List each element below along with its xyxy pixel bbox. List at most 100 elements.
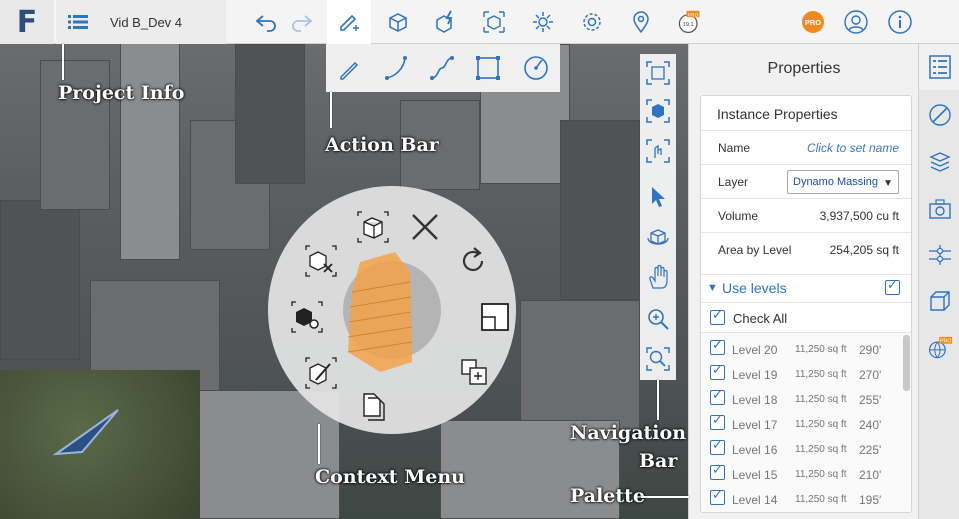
- analysis-button[interactable]: [424, 0, 468, 44]
- level-row[interactable]: Level 20 11,250 sq ft 290': [701, 337, 901, 362]
- circle-icon[interactable]: [522, 54, 550, 82]
- level-row[interactable]: Level 15 11,250 sq ft 210': [701, 462, 901, 487]
- building: [0, 200, 80, 360]
- action-bar: [326, 44, 560, 92]
- action-bar-leader: [330, 92, 332, 128]
- user-button[interactable]: [834, 0, 878, 44]
- level-row[interactable]: Level 16 11,250 sq ft 225': [701, 437, 901, 462]
- navigation-bar-leader: [657, 380, 659, 420]
- square-icon[interactable]: [478, 300, 512, 334]
- settings-button[interactable]: [570, 0, 614, 44]
- level-row[interactable]: Level 19 11,250 sq ft 270': [701, 362, 901, 387]
- globe-pro-icon[interactable]: PRO: [927, 336, 953, 362]
- layer-label: Layer: [718, 175, 749, 189]
- sketch-tool-button[interactable]: [327, 0, 371, 44]
- area-value: 254,205 sq ft: [829, 243, 899, 257]
- check-all-checkbox[interactable]: [710, 308, 725, 325]
- pro-button[interactable]: PRO: [791, 0, 835, 44]
- close-icon[interactable]: [408, 210, 442, 244]
- camera-icon[interactable]: [927, 196, 953, 222]
- palette-pro-text: PRO: [940, 339, 951, 345]
- project-title[interactable]: Vid B_Dev 4: [110, 15, 182, 30]
- level-row[interactable]: Level 18 11,250 sq ft 255': [701, 387, 901, 412]
- version-badge-icon: PRO 19.1: [678, 10, 700, 33]
- select-mass-button[interactable]: [472, 0, 516, 44]
- level-area: 11,250 sq ft: [795, 494, 847, 505]
- arc-icon[interactable]: [382, 54, 410, 82]
- sketch-icon[interactable]: [927, 102, 953, 128]
- levels-icon[interactable]: [927, 242, 953, 268]
- version-text: 19.1: [683, 22, 694, 28]
- cube-remove-icon[interactable]: [304, 244, 338, 278]
- add-mass-button[interactable]: [376, 0, 420, 44]
- level-name: Level 17: [732, 418, 778, 432]
- building: [560, 120, 640, 300]
- level-checkbox[interactable]: [710, 388, 725, 405]
- use-levels-label: Use levels: [722, 280, 787, 296]
- version-button[interactable]: PRO 19.1: [667, 0, 711, 44]
- level-checkbox[interactable]: [710, 438, 725, 455]
- app-logo[interactable]: F: [0, 0, 54, 44]
- project-info-annotation: Project Info: [58, 82, 185, 104]
- rotate-icon[interactable]: [456, 244, 490, 278]
- level-row[interactable]: Level 17 11,250 sq ft 240': [701, 412, 901, 437]
- info-button[interactable]: [878, 0, 922, 44]
- volume-value: 3,937,500 cu ft: [819, 209, 899, 223]
- use-levels-row[interactable]: ▼ Use levels: [701, 274, 911, 302]
- layer-row: Layer Dynamo Massing ▼: [701, 164, 911, 198]
- level-checkbox[interactable]: [710, 363, 725, 380]
- sun-settings-button[interactable]: [521, 0, 565, 44]
- level-checkbox[interactable]: [710, 463, 725, 480]
- properties-tab[interactable]: [919, 44, 959, 90]
- pencil-icon[interactable]: [336, 54, 364, 82]
- zoom-icon[interactable]: [645, 306, 671, 332]
- location-button[interactable]: [619, 0, 663, 44]
- level-checkbox[interactable]: [710, 488, 725, 505]
- use-levels-checkbox[interactable]: [885, 278, 900, 295]
- level-height: 225': [859, 443, 882, 457]
- expand-triangle-icon[interactable]: ▼: [707, 282, 718, 294]
- layers-icon[interactable]: [927, 148, 953, 174]
- list-icon[interactable]: [68, 14, 88, 30]
- cube-outline-icon[interactable]: [927, 288, 953, 314]
- zoom-window-icon[interactable]: [645, 346, 671, 372]
- context-menu-leader: [318, 424, 320, 464]
- orbit-icon[interactable]: [645, 224, 671, 250]
- copy-plus-icon[interactable]: [458, 356, 492, 390]
- levels-list[interactable]: Level 20 11,250 sq ft 290' Level 19 11,2…: [701, 332, 911, 512]
- level-name: Level 14: [732, 493, 778, 507]
- context-menu: [268, 186, 516, 434]
- level-row[interactable]: Level 14 11,250 sq ft 195': [701, 487, 901, 512]
- location-pin-icon: [633, 11, 649, 34]
- zoom-extents-icon[interactable]: [645, 60, 671, 86]
- level-checkbox[interactable]: [710, 413, 725, 430]
- pan-hand-icon[interactable]: [645, 264, 671, 290]
- cube-view-icon[interactable]: [645, 98, 671, 124]
- level-height: 240': [859, 418, 882, 432]
- palette-leader: [641, 496, 689, 498]
- layer-select[interactable]: Dynamo Massing ▼: [787, 170, 899, 194]
- spline-icon[interactable]: [428, 54, 456, 82]
- north-arrow-icon: [52, 409, 119, 456]
- name-field[interactable]: Click to set name: [807, 141, 899, 155]
- cube-gear-icon[interactable]: [290, 300, 324, 334]
- name-row: Name Click to set name: [701, 130, 911, 164]
- copy-icon[interactable]: [356, 390, 390, 424]
- check-all-row[interactable]: Check All: [701, 302, 911, 332]
- level-height: 210': [859, 468, 882, 482]
- check-all-label: Check All: [733, 311, 788, 326]
- redo-icon: [292, 15, 313, 32]
- pencil-plus-icon: [340, 14, 359, 31]
- project-info[interactable]: Vid B_Dev 4: [56, 0, 226, 44]
- redo-button[interactable]: [280, 0, 324, 44]
- cube-group-icon[interactable]: [356, 210, 390, 244]
- fly-icon[interactable]: [645, 138, 671, 164]
- level-name: Level 19: [732, 368, 778, 382]
- select-arrow-icon[interactable]: [645, 184, 671, 210]
- levels-scrollbar[interactable]: [903, 335, 910, 391]
- selected-mass-icon[interactable]: [340, 252, 430, 372]
- cube-edit-icon[interactable]: [304, 356, 338, 390]
- chevron-down-icon: ▼: [883, 178, 893, 189]
- level-checkbox[interactable]: [710, 338, 725, 355]
- rectangle-icon[interactable]: [474, 54, 502, 82]
